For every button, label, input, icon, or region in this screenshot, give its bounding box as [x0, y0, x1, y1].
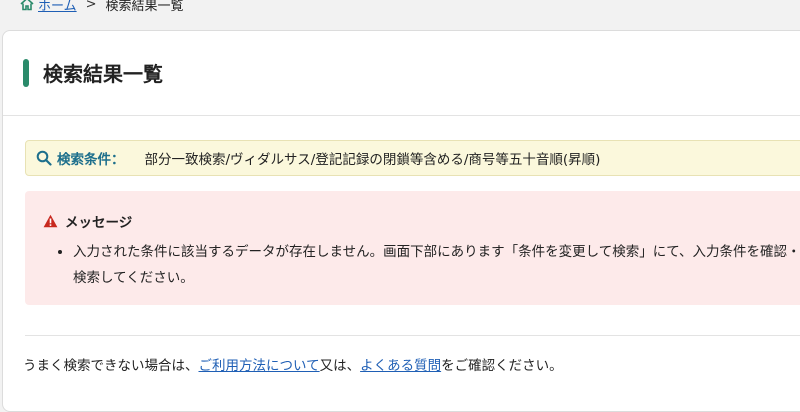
search-condition-value: 部分一致検索/ヴィダルサス/登記記録の閉鎖等含める/商号等五十音順(昇順)	[144, 152, 601, 168]
search-condition-box: 検索条件： 部分一致検索/ヴィダルサス/登記記録の閉鎖等含める/商号等五十音順(…	[25, 140, 800, 176]
help-prefix: うまく検索できない場合は、	[23, 358, 199, 374]
breadcrumb-home-link[interactable]: ホーム	[38, 0, 77, 14]
divider	[25, 335, 800, 336]
help-suffix: をご確認ください。	[441, 358, 563, 374]
message-box: メッセージ 入力された条件に該当するデータが存在しません。画面下部にあります「条…	[25, 191, 800, 305]
title-row: 検索結果一覧	[3, 31, 800, 116]
message-list: 入力された条件に該当するデータが存在しません。画面下部にあります「条件を変更して…	[55, 239, 800, 291]
faq-link[interactable]: よくある質問	[360, 358, 441, 374]
search-condition-label: 検索条件：	[57, 152, 125, 168]
message-item: 入力された条件に該当するデータが存在しません。画面下部にあります「条件を変更して…	[73, 239, 800, 291]
page-title: 検索結果一覧	[43, 62, 163, 86]
usage-guide-link[interactable]: ご利用方法について	[199, 358, 320, 374]
warning-icon	[43, 214, 58, 228]
message-header: メッセージ	[43, 211, 132, 231]
main-card: 検索結果一覧 検索条件： 部分一致検索/ヴィダルサス/登記記録の閉鎖等含める/商…	[2, 30, 800, 412]
message-heading: メッセージ	[65, 215, 133, 231]
help-middle: 又は、	[319, 358, 361, 374]
breadcrumb-separator: >	[85, 0, 97, 12]
title-accent-bar	[23, 59, 29, 87]
help-text: うまく検索できない場合は、ご利用方法について又は、よくある質問をご確認ください。	[23, 354, 563, 374]
breadcrumb: ホーム > 検索結果一覧	[20, 0, 184, 14]
breadcrumb-current: 検索結果一覧	[105, 0, 184, 14]
search-icon	[36, 150, 52, 166]
home-icon	[20, 0, 34, 11]
